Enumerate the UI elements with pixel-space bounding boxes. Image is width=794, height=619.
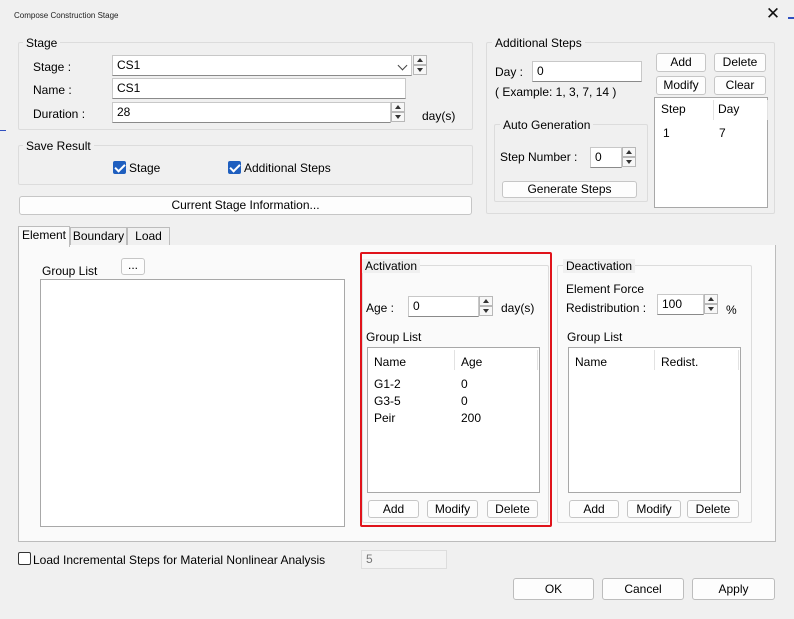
element-group-list[interactable] bbox=[40, 279, 345, 527]
steps-column-step: Step bbox=[661, 102, 686, 116]
save-additional-steps-checkbox[interactable] bbox=[228, 161, 241, 174]
stage-step-up[interactable] bbox=[413, 55, 427, 65]
step-number-step-up[interactable] bbox=[622, 147, 636, 157]
stage-select-value: CS1 bbox=[117, 58, 141, 72]
tab-boundary[interactable]: Boundary bbox=[70, 227, 127, 246]
redistribution-input[interactable]: 100 bbox=[657, 294, 704, 315]
cancel-button[interactable]: Cancel bbox=[602, 578, 684, 600]
example-text: ( Example: 1, 3, 7, 14 ) bbox=[495, 85, 617, 99]
tab-load[interactable]: Load bbox=[127, 227, 170, 246]
stage-label: Stage : bbox=[33, 60, 72, 74]
generate-steps-button[interactable]: Generate Steps bbox=[502, 181, 637, 198]
deactivation-group-title: Deactivation bbox=[563, 259, 636, 273]
redistribution-label: Redistribution : bbox=[566, 301, 647, 315]
load-incremental-steps-input[interactable]: 5 bbox=[361, 550, 447, 569]
steps-table[interactable]: Step Day 1 7 bbox=[654, 97, 768, 208]
duration-step-down[interactable] bbox=[391, 112, 405, 122]
duration-step-up[interactable] bbox=[391, 102, 405, 112]
add-step-button[interactable]: Add bbox=[656, 53, 706, 72]
deactivation-column-name: Name bbox=[575, 355, 608, 369]
activation-highlight-box bbox=[360, 252, 552, 527]
tab-element[interactable]: Element bbox=[18, 226, 70, 247]
duration-unit: day(s) bbox=[422, 109, 456, 123]
load-incremental-checkbox[interactable] bbox=[18, 552, 31, 565]
deactivation-column-redist: Redist. bbox=[661, 355, 699, 369]
ok-button[interactable]: OK bbox=[513, 578, 594, 600]
name-input[interactable]: CS1 bbox=[112, 78, 406, 99]
save-stage-checkbox[interactable] bbox=[113, 161, 126, 174]
stage-group-title: Stage bbox=[23, 36, 61, 50]
steps-row-step[interactable]: 1 bbox=[663, 126, 670, 140]
redistribution-step-down[interactable] bbox=[704, 304, 718, 314]
column-separator bbox=[767, 100, 768, 120]
steps-row-day[interactable]: 7 bbox=[719, 126, 726, 140]
duration-label: Duration : bbox=[33, 107, 86, 121]
day-label: Day : bbox=[495, 65, 524, 79]
save-additional-steps-label: Additional Steps bbox=[244, 161, 331, 175]
modify-step-button[interactable]: Modify bbox=[656, 76, 706, 95]
load-incremental-label: Load Incremental Steps for Material Nonl… bbox=[33, 553, 326, 567]
column-separator bbox=[738, 350, 739, 370]
save-result-group-title: Save Result bbox=[23, 139, 94, 153]
steps-column-day: Day bbox=[718, 102, 740, 116]
chevron-down-icon bbox=[397, 60, 408, 71]
day-input[interactable]: 0 bbox=[532, 61, 642, 82]
step-number-step-down[interactable] bbox=[622, 157, 636, 167]
close-icon[interactable]: ✕ bbox=[764, 5, 782, 23]
step-number-label: Step Number : bbox=[500, 150, 578, 164]
current-stage-information-button[interactable]: Current Stage Information... bbox=[19, 196, 472, 215]
redistribution-unit: % bbox=[726, 303, 737, 317]
duration-input[interactable]: 28 bbox=[112, 102, 391, 123]
step-number-input[interactable]: 0 bbox=[590, 147, 622, 168]
edge-marker bbox=[0, 130, 6, 131]
deactivation-delete-button[interactable]: Delete bbox=[687, 500, 739, 518]
element-force-label: Element Force bbox=[566, 282, 645, 296]
stage-select[interactable]: CS1 bbox=[112, 55, 412, 76]
element-group-list-label: Group List bbox=[42, 264, 98, 278]
window-title: Compose Construction Stage bbox=[14, 11, 119, 20]
name-label: Name : bbox=[33, 83, 72, 97]
clear-steps-button[interactable]: Clear bbox=[714, 76, 766, 95]
step-number-stepper[interactable] bbox=[622, 147, 636, 167]
apply-button[interactable]: Apply bbox=[692, 578, 775, 600]
group-list-more-button[interactable]: ... bbox=[121, 258, 145, 275]
edge-marker bbox=[788, 17, 794, 19]
redistribution-stepper[interactable] bbox=[704, 294, 718, 314]
deactivation-add-button[interactable]: Add bbox=[569, 500, 619, 518]
additional-steps-group-title: Additional Steps bbox=[492, 36, 585, 50]
stage-step-down[interactable] bbox=[413, 65, 427, 75]
column-separator bbox=[654, 350, 655, 370]
save-stage-label: Stage bbox=[129, 161, 161, 175]
deactivation-group-list[interactable]: Name Redist. bbox=[568, 347, 741, 493]
stage-stepper[interactable] bbox=[413, 55, 427, 75]
deactivation-modify-button[interactable]: Modify bbox=[627, 500, 681, 518]
deactivation-group-list-label: Group List bbox=[567, 330, 623, 344]
auto-generation-group-title: Auto Generation bbox=[500, 118, 594, 132]
delete-step-button[interactable]: Delete bbox=[714, 53, 766, 72]
duration-stepper[interactable] bbox=[391, 102, 405, 122]
column-separator bbox=[713, 100, 714, 120]
redistribution-step-up[interactable] bbox=[704, 294, 718, 304]
